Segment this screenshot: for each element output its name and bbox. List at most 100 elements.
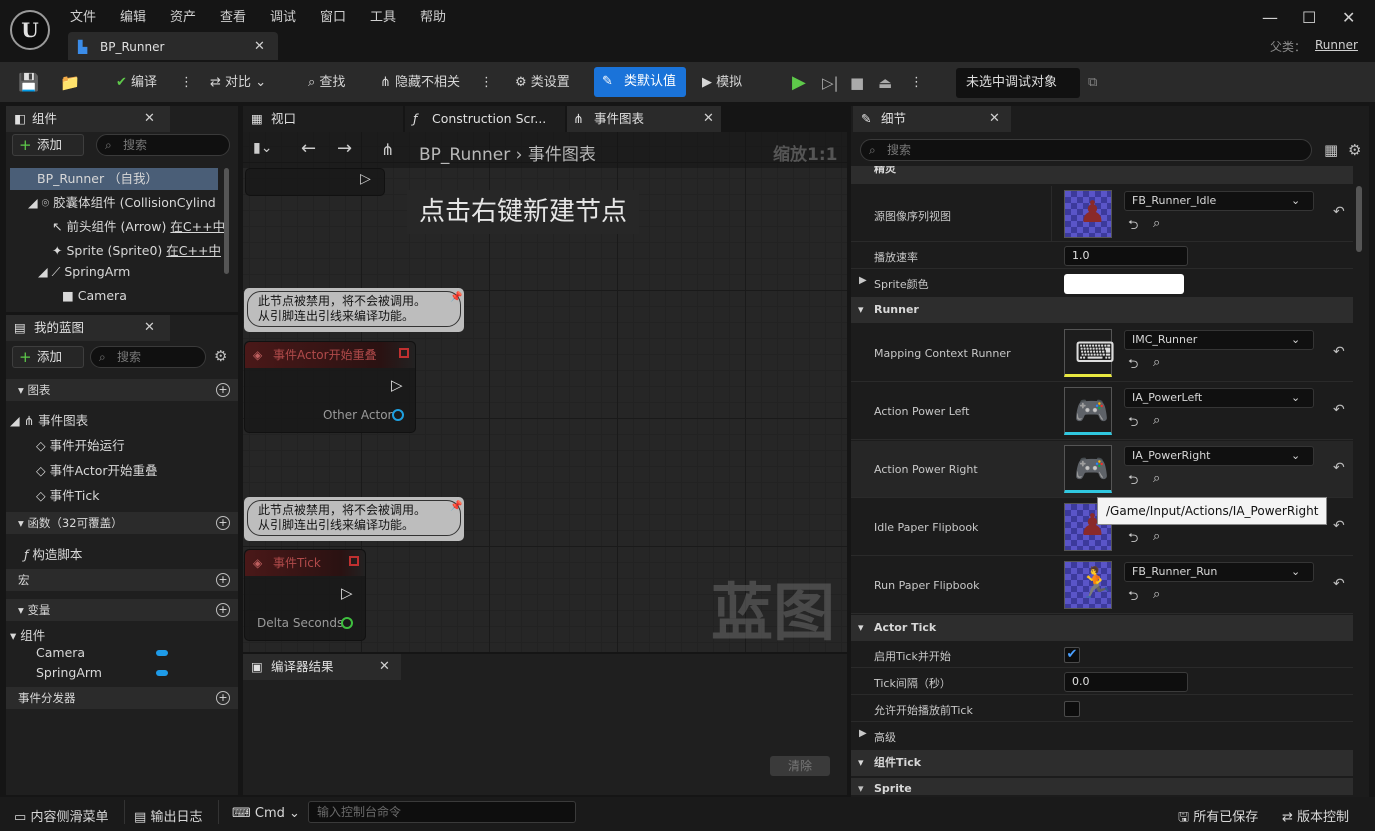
event-item-begin-play[interactable]: ◇ 事件开始运行 [36,435,125,454]
color-swatch[interactable] [1064,274,1184,294]
run-flipbook-combo[interactable]: FB_Runner_Run ⌄ [1124,562,1314,582]
section-dispatchers[interactable]: 事件分发器 + [6,687,238,709]
tab-close-icon[interactable]: ✕ [254,34,265,60]
tab-viewport[interactable]: ▦ 视口 [243,106,403,132]
details-search-input[interactable]: ⌕ 搜索 [860,139,1312,161]
clear-button[interactable]: 清除 [770,756,830,776]
advanced-row[interactable]: ▶ 高级 [851,723,1353,749]
add-dispatcher-icon[interactable]: + [216,691,230,705]
use-selected-icon[interactable]: ⮌ [1128,587,1138,609]
category-actor-tick[interactable]: ▾ Actor Tick [851,615,1353,641]
details-scrollbar[interactable] [1356,186,1362,252]
reset-icon[interactable]: ↶ [1333,204,1345,220]
reset-icon[interactable]: ↶ [1333,460,1345,476]
more-options-icon[interactable]: ⋮ [480,70,493,96]
close-window-icon[interactable]: ✕ [1342,8,1355,27]
components-tab[interactable]: ◧ 组件 ✕ [6,106,170,132]
use-selected-icon[interactable]: ⮌ [1128,529,1138,551]
use-selected-icon[interactable]: ⮌ [1128,471,1138,493]
section-variables[interactable]: ▾ 变量 + [6,599,238,621]
blueprint-search-input[interactable]: ⌕ 搜索 [90,346,206,368]
imc-asset-combo[interactable]: IMC_Runner ⌄ [1124,330,1314,350]
add-macro-icon[interactable]: + [216,573,230,587]
reset-icon[interactable]: ↶ [1333,402,1345,418]
play-icon[interactable]: ▶ [792,70,806,96]
section-graphs[interactable]: ▾ 图表 + [6,379,238,401]
cpp-link[interactable]: 在C++中 [170,219,225,234]
settings-gear-icon[interactable]: ⚙ [1348,141,1361,159]
run-flipbook-thumbnail[interactable]: 🏃 [1064,561,1114,609]
cmd-dropdown[interactable]: ⌨ Cmd ⌄ [232,806,300,821]
browse-asset-icon[interactable]: ⌕ [1153,355,1160,370]
scrollbar[interactable] [224,168,229,274]
float-pin-icon[interactable] [341,617,353,629]
use-selected-icon[interactable]: ⮌ [1128,413,1138,435]
construct-script-item[interactable]: ƒ 构造脚本 [24,544,82,563]
ia-power-left-thumbnail[interactable]: 🎮 [1064,387,1112,435]
graph-node-actor-overlap[interactable]: ◈ 事件Actor开始重叠 ▷ Other Actor [244,341,416,433]
add-function-icon[interactable]: + [216,516,230,530]
content-drawer-button[interactable]: ▭ 内容侧滑菜单 [14,806,108,825]
compile-button[interactable]: ✔ 编译 [116,70,157,96]
tab-construction[interactable]: ƒ Construction Scr... [405,106,565,132]
browse-asset-icon[interactable]: ⌕ [1153,216,1160,231]
unreal-logo-icon[interactable]: U [10,10,50,50]
add-graph-icon[interactable]: + [216,383,230,397]
close-icon[interactable]: ✕ [144,106,155,132]
hide-unrelated-button[interactable]: ⋔ 隐藏不相关 [380,70,460,96]
all-saved-button[interactable]: 🖫 所有已保存 [1178,806,1258,830]
menu-debug[interactable]: 调试 [270,6,296,25]
components-search-input[interactable]: ⌕ 搜索 [96,134,230,156]
back-icon[interactable]: ← [301,138,316,159]
find-button[interactable]: ⌕ 查找 [308,70,345,96]
runner-idle-thumbnail[interactable]: ♟ [1064,190,1112,238]
graph-node-begin-play[interactable]: ▷ [245,168,385,196]
section-macros[interactable]: 宏 + [6,569,238,591]
close-icon[interactable]: ✕ [703,106,714,132]
parent-class-link[interactable]: Runner [1315,38,1358,52]
browse-asset-icon[interactable]: ⌕ [1153,471,1160,486]
console-command-input[interactable]: 输入控制台命令 [308,801,576,823]
ia-power-right-combo[interactable]: IA_PowerRight ⌄ [1124,446,1314,466]
details-tab[interactable]: ✎ 细节 ✕ [853,106,1011,132]
play-rate-input[interactable]: 1.0 [1064,246,1188,266]
menu-file[interactable]: 文件 [70,6,96,25]
browse-asset-icon[interactable]: ⌕ [1153,529,1160,544]
exec-pin-icon[interactable]: ▷ [391,376,403,394]
component-item-camera[interactable]: ■ Camera [62,288,127,303]
stop-icon[interactable]: ■ [850,70,864,96]
minimize-icon[interactable]: — [1262,8,1278,27]
breadcrumb-root[interactable]: BP_Runner [419,145,510,165]
menu-edit[interactable]: 编辑 [120,6,146,25]
ia-power-right-thumbnail[interactable]: 🎮 [1064,445,1112,493]
imc-thumbnail[interactable]: ⌨ [1064,329,1115,377]
pin-icon[interactable]: 📌 [450,499,462,514]
add-member-button[interactable]: + 添加 [12,346,84,368]
view-options-icon[interactable]: ▦ [1324,141,1338,159]
add-variable-icon[interactable]: + [216,603,230,617]
component-item-arrow[interactable]: ↖ 前头组件 (Arrow) 在C++中 [52,216,225,235]
tab-bp-runner[interactable]: ▙ BP_Runner ✕ [68,32,278,60]
compile-options-icon[interactable]: ⋮ [180,70,193,96]
reset-icon[interactable]: ↶ [1333,576,1345,592]
component-item-capsule[interactable]: ◢ ⌾ 胶囊体组件 (CollisionCylind [28,192,216,211]
ia-power-left-combo[interactable]: IA_PowerLeft ⌄ [1124,388,1314,408]
cpp-link[interactable]: 在C++中 [166,243,221,258]
component-item-sprite[interactable]: ✦ Sprite (Sprite0) 在C++中 [52,240,221,259]
settings-gear-icon[interactable]: ⚙ [214,347,227,365]
variable-item-camera[interactable]: Camera [36,645,206,660]
class-defaults-button[interactable]: ✎ 类默认值 [594,67,686,97]
menu-view[interactable]: 查看 [220,6,246,25]
component-item-self[interactable]: BP_Runner （自我） [10,168,218,190]
category-sprite[interactable]: 精灵 [851,166,1353,184]
class-settings-button[interactable]: ⚙ 类设置 [515,70,570,96]
step-icon[interactable]: ▷| [822,70,839,96]
browse-asset-icon[interactable]: ⌕ [1153,413,1160,428]
reset-icon[interactable]: ↶ [1333,518,1345,534]
play-options-icon[interactable]: ⋮ [910,70,923,96]
category-sprite-2[interactable]: ▾ Sprite [851,778,1353,795]
menu-window[interactable]: 窗口 [320,6,346,25]
event-graph-canvas[interactable]: ▮⌄ ← → ⋔ BP_Runner › 事件图表 缩放1:1 ▷ 点击右键新建… [243,132,847,652]
debug-target-dropdown[interactable]: 未选中调试对象 ⌄ [956,68,1080,120]
simulate-button[interactable]: ▶ 模拟 [702,70,742,96]
